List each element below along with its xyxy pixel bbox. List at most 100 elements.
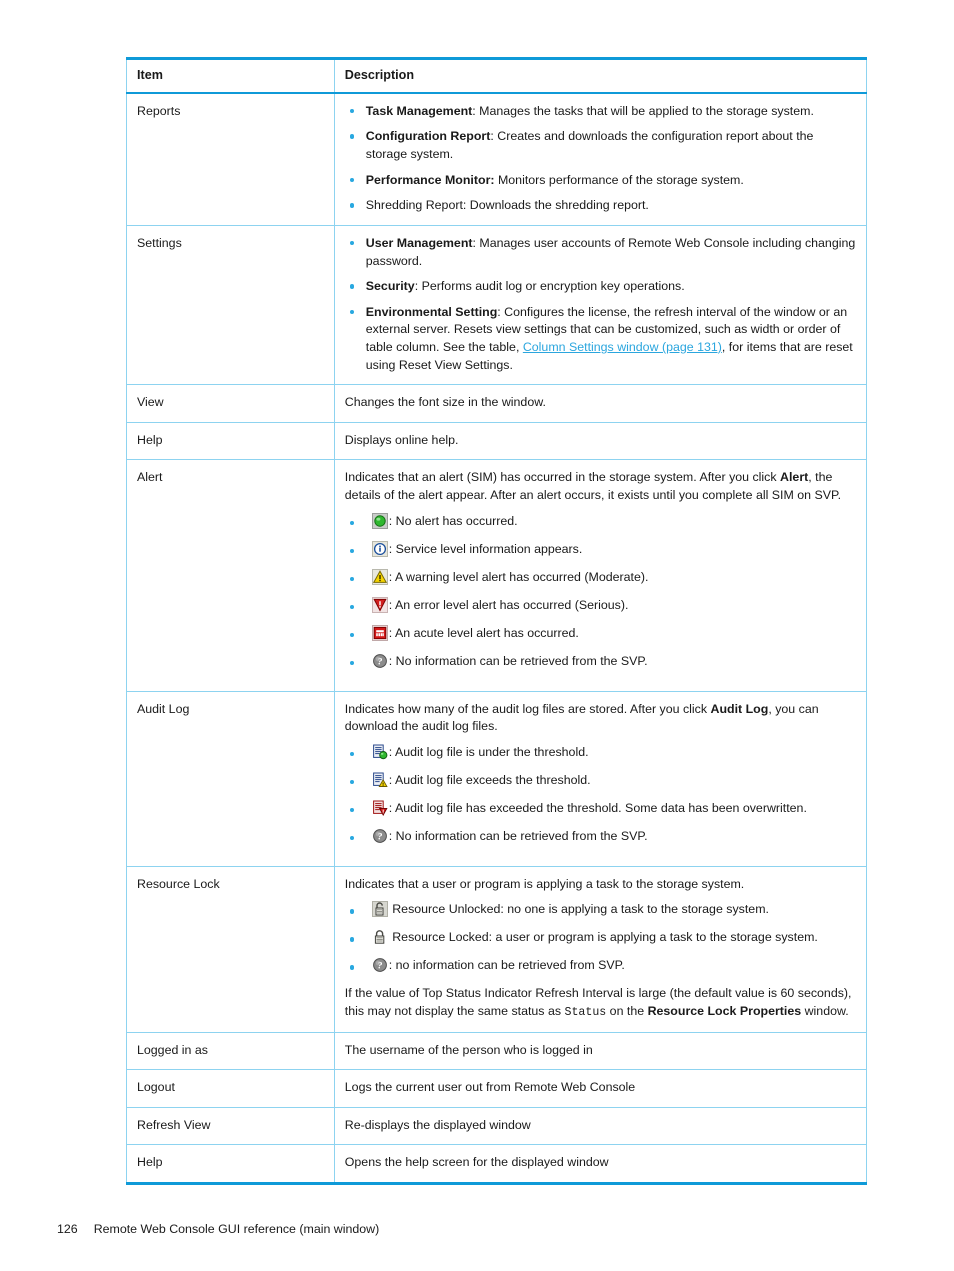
lock-open-icon — [371, 901, 388, 918]
description-text-pre: Indicates that an alert (SIM) has occurr… — [344, 470, 781, 485]
icon-legend-list: : Audit log file is under the threshold.… — [345, 744, 856, 846]
footer-chapter-title: Remote Web Console GUI reference (main w… — [93, 1222, 380, 1236]
row-description: Logs the current user out from Remote We… — [334, 1069, 867, 1108]
emphasis-resource-lock-properties: Resource Lock Properties — [647, 1004, 802, 1019]
list-item: ? : No information can be retrieved from… — [345, 653, 856, 671]
unknown-question-icon: ? — [372, 828, 388, 844]
bullet-list: User Management: Manages user accounts o… — [345, 235, 856, 374]
description-text-pre: Indicates how many of the audit log file… — [344, 701, 711, 716]
description-text: Opens the help screen for the displayed … — [344, 1155, 609, 1170]
list-item: ? : No information can be retrieved from… — [345, 828, 856, 846]
icon-description: : Audit log file exceeds the threshold. — [388, 772, 591, 787]
table-header: Item Description — [126, 58, 867, 94]
icon-description: : no information can be retrieved from S… — [388, 958, 625, 973]
list-item: ? : no information can be retrieved from… — [345, 957, 856, 975]
error-shield-icon — [371, 596, 388, 613]
list-item: Performance Monitor: Monitors performanc… — [345, 172, 856, 190]
icon-description: : A warning level alert has occurred (Mo… — [388, 569, 649, 584]
svg-text:?: ? — [377, 962, 382, 972]
row-item-label: Settings — [126, 225, 335, 386]
list-item: Resource Unlocked: no one is applying a … — [345, 901, 856, 919]
icon-legend-list: Resource Unlocked: no one is applying a … — [345, 901, 856, 975]
page-footer: 126 Remote Web Console GUI reference (mai… — [57, 1222, 379, 1236]
table-row: View Changes the font size in the window… — [126, 384, 867, 423]
table-header-row: Item Description — [126, 58, 867, 94]
unknown-question-icon: ? — [372, 653, 388, 669]
description-text: Indicates that a user or program is appl… — [344, 876, 745, 891]
row-item-label: Alert — [126, 459, 335, 692]
list-item: Configuration Report: Creates and downlo… — [345, 128, 856, 163]
cross-reference-link[interactable]: Column Settings window (page 131) — [523, 340, 722, 354]
list-item: : A warning level alert has occurred (Mo… — [345, 568, 856, 587]
list-item: Security: Performs audit log or encrypti… — [345, 278, 856, 296]
table-row: Logged in as The username of the person … — [126, 1032, 867, 1071]
row-item-label: View — [126, 384, 335, 423]
icon-description: : Service level information appears. — [388, 541, 583, 556]
description-text: Changes the font size in the window. — [344, 395, 546, 410]
footer-page-number: 126 — [57, 1222, 78, 1236]
term-description: Monitors performance of the storage syst… — [494, 172, 744, 187]
icon-description: : No information can be retrieved from t… — [388, 653, 648, 668]
term-description: : Performs audit log or encryption key o… — [414, 279, 685, 294]
term-description: Shredding Report: Downloads the shreddin… — [365, 198, 649, 213]
icon-description: : Audit log file has exceeded the thresh… — [388, 800, 807, 815]
description-text: Re-displays the displayed window — [344, 1117, 531, 1132]
trailing-note: If the value of Top Status Indicator Ref… — [345, 985, 856, 1021]
table-row: Reports Task Management: Manages the tas… — [126, 92, 867, 226]
icon-legend-list: : No alert has occurred. : Service level… — [345, 512, 856, 671]
log-warning-icon — [372, 772, 388, 788]
green-circle-icon — [371, 512, 388, 529]
row-item-label: Logged in as — [126, 1032, 335, 1071]
table-row: Logout Logs the current user out from Re… — [126, 1069, 867, 1108]
list-item: Environmental Setting: Configures the li… — [345, 304, 856, 374]
trailing-text-post: window. — [801, 1004, 849, 1019]
row-description: Indicates that an alert (SIM) has occurr… — [334, 459, 867, 692]
term-label: Task Management — [365, 103, 473, 118]
term-label: User Management — [365, 235, 473, 250]
list-item: : Service level information appears. — [345, 540, 856, 559]
gui-reference-table: Item Description Reports Task Management… — [126, 57, 867, 1185]
term-label: Environmental Setting — [365, 304, 498, 319]
table-row: Settings User Management: Manages user a… — [126, 225, 867, 386]
list-item: : An acute level alert has occurred. — [345, 624, 856, 643]
icon-description: Resource Unlocked: no one is applying a … — [388, 902, 769, 917]
table-row: Alert Indicates that an alert (SIM) has … — [126, 459, 867, 692]
list-item: Shredding Report: Downloads the shreddin… — [345, 197, 856, 215]
log-error-icon — [372, 800, 388, 816]
icon-description: : An error level alert has occurred (Ser… — [388, 597, 629, 612]
description-text: Displays online help. — [344, 432, 459, 447]
term-label: Security — [365, 279, 415, 294]
row-item-label: Resource Lock — [126, 866, 335, 1033]
icon-description: : No information can be retrieved from t… — [388, 828, 648, 843]
row-item-label: Help — [126, 422, 335, 461]
description-text: Logs the current user out from Remote We… — [344, 1080, 636, 1095]
description-text: The username of the person who is logged… — [344, 1042, 593, 1057]
table-row: Resource Lock Indicates that a user or p… — [126, 866, 867, 1033]
table-row: Help Displays online help. — [126, 422, 867, 461]
info-blue-icon — [371, 540, 388, 557]
document-page: Item Description Reports Task Management… — [0, 0, 954, 1271]
list-item: : An error level alert has occurred (Ser… — [345, 596, 856, 615]
list-item: : Audit log file has exceeded the thresh… — [345, 800, 856, 818]
row-description: Opens the help screen for the displayed … — [334, 1144, 867, 1184]
term-description: : Manages the tasks that will be applied… — [472, 103, 814, 118]
list-item: : Audit log file is under the threshold. — [345, 744, 856, 762]
unknown-question-icon: ? — [372, 957, 388, 973]
table-row: Refresh View Re-displays the displayed w… — [126, 1107, 867, 1146]
row-item-label: Refresh View — [126, 1107, 335, 1146]
row-description: Re-displays the displayed window — [334, 1107, 867, 1146]
icon-description: Resource Locked: a user or program is ap… — [388, 930, 818, 945]
list-item: Resource Locked: a user or program is ap… — [345, 929, 856, 947]
log-green-icon — [372, 744, 388, 760]
emphasis-audit-log: Audit Log — [710, 701, 769, 716]
row-description: The username of the person who is logged… — [334, 1032, 867, 1071]
warning-triangle-icon — [371, 568, 388, 585]
status-code-literal: Status — [564, 1006, 607, 1020]
list-item: Task Management: Manages the tasks that … — [345, 103, 856, 121]
trailing-text-mid: on the — [606, 1004, 648, 1019]
table-body: Reports Task Management: Manages the tas… — [126, 92, 867, 1184]
list-item: : Audit log file exceeds the threshold. — [345, 772, 856, 790]
row-description: Task Management: Manages the tasks that … — [334, 92, 867, 226]
column-header-description: Description — [334, 58, 867, 94]
table-row: Help Opens the help screen for the displ… — [126, 1144, 867, 1184]
